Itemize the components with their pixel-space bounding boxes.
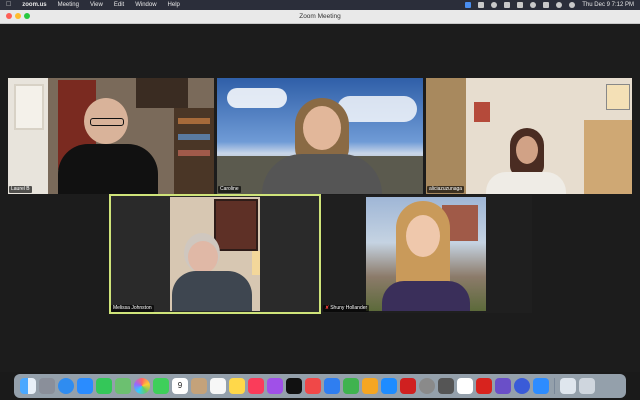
dock-separator (554, 378, 555, 394)
wifi-icon[interactable] (530, 2, 537, 8)
bbedit-icon[interactable] (400, 378, 416, 394)
zoom-status-icon[interactable] (465, 2, 472, 8)
menu-view[interactable]: View (90, 0, 103, 10)
traffic-lights (6, 13, 30, 19)
menu-bar:  zoom.us Meeting View Edit Window Help … (0, 0, 640, 10)
finder-icon[interactable] (20, 378, 36, 394)
clock[interactable]: Thu Dec 9 7:12 PM (582, 0, 634, 10)
trash-icon[interactable] (579, 378, 595, 394)
close-button[interactable] (6, 13, 12, 19)
siri-icon[interactable] (569, 2, 576, 8)
video-tile[interactable]: Laurel B (8, 78, 214, 194)
numbers-icon[interactable] (343, 378, 359, 394)
status-icon-2[interactable] (491, 2, 498, 8)
slack-icon[interactable] (457, 378, 473, 394)
status-icon-3[interactable] (504, 2, 511, 8)
minimize-button[interactable] (15, 13, 21, 19)
participant-video (476, 128, 576, 194)
music-icon[interactable] (248, 378, 264, 394)
news-icon[interactable] (305, 378, 321, 394)
pages-icon[interactable] (362, 378, 378, 394)
photos-icon[interactable] (134, 378, 150, 394)
app-menu[interactable]: zoom.us (22, 0, 46, 10)
status-icon[interactable] (478, 2, 485, 8)
battery-icon[interactable] (517, 2, 524, 8)
window-title: Zoom Meeting (299, 13, 341, 20)
participant-name: aliciazuzunaga (427, 186, 465, 193)
calendar-icon[interactable]: 9 (172, 378, 188, 394)
system-preferences-icon[interactable] (419, 378, 435, 394)
launchpad-icon[interactable] (39, 378, 55, 394)
fullscreen-button[interactable] (24, 13, 30, 19)
participant-name: Caroline (218, 186, 241, 193)
video-tile[interactable]: ✘Shuny Hollander (322, 195, 532, 313)
chrome-helper-icon[interactable] (514, 378, 530, 394)
menu-edit[interactable]: Edit (114, 0, 124, 10)
mail-icon[interactable] (77, 378, 93, 394)
participant-name: Laurel B (9, 186, 32, 193)
dock: 9 (14, 374, 626, 398)
notes-icon[interactable] (229, 378, 245, 394)
window-title-bar: Zoom Meeting (0, 10, 640, 24)
participant-video (257, 98, 387, 194)
participant-video (52, 98, 162, 194)
menu-meeting[interactable]: Meeting (58, 0, 79, 10)
search-icon[interactable] (543, 2, 550, 8)
muted-mic-icon: ✘ (325, 305, 330, 311)
participant-video (376, 201, 476, 311)
podcasts-icon[interactable] (267, 378, 283, 394)
documents-icon[interactable] (560, 378, 576, 394)
facetime-icon[interactable] (153, 378, 169, 394)
participant-video (168, 231, 268, 311)
acrobat-icon[interactable] (476, 378, 492, 394)
maps-icon[interactable] (115, 378, 131, 394)
apple-menu-icon[interactable]:  (6, 0, 11, 10)
menu-window[interactable]: Window (135, 0, 156, 10)
zoom-icon[interactable] (533, 378, 549, 394)
control-center-icon[interactable] (556, 2, 563, 8)
contacts-icon[interactable] (191, 378, 207, 394)
menu-help[interactable]: Help (168, 0, 180, 10)
video-tile[interactable]: Caroline (217, 78, 423, 194)
app-store-icon[interactable] (381, 378, 397, 394)
keynote-icon[interactable] (324, 378, 340, 394)
calendar-day: 9 (177, 381, 183, 390)
instruments-icon[interactable] (495, 378, 511, 394)
meeting-gallery: Laurel B Caroline aliciazuzunaga Melissa… (0, 24, 640, 372)
video-tile-active-speaker[interactable]: Melissa Johnston (109, 194, 321, 314)
participant-name: ✘Shuny Hollander (323, 305, 370, 312)
safari-icon[interactable] (58, 378, 74, 394)
messages-icon[interactable] (96, 378, 112, 394)
reminders-icon[interactable] (210, 378, 226, 394)
participant-name: Melissa Johnston (111, 305, 154, 312)
video-tile[interactable]: aliciazuzunaga (426, 78, 632, 194)
tv-icon[interactable] (286, 378, 302, 394)
calculator-icon[interactable] (438, 378, 454, 394)
